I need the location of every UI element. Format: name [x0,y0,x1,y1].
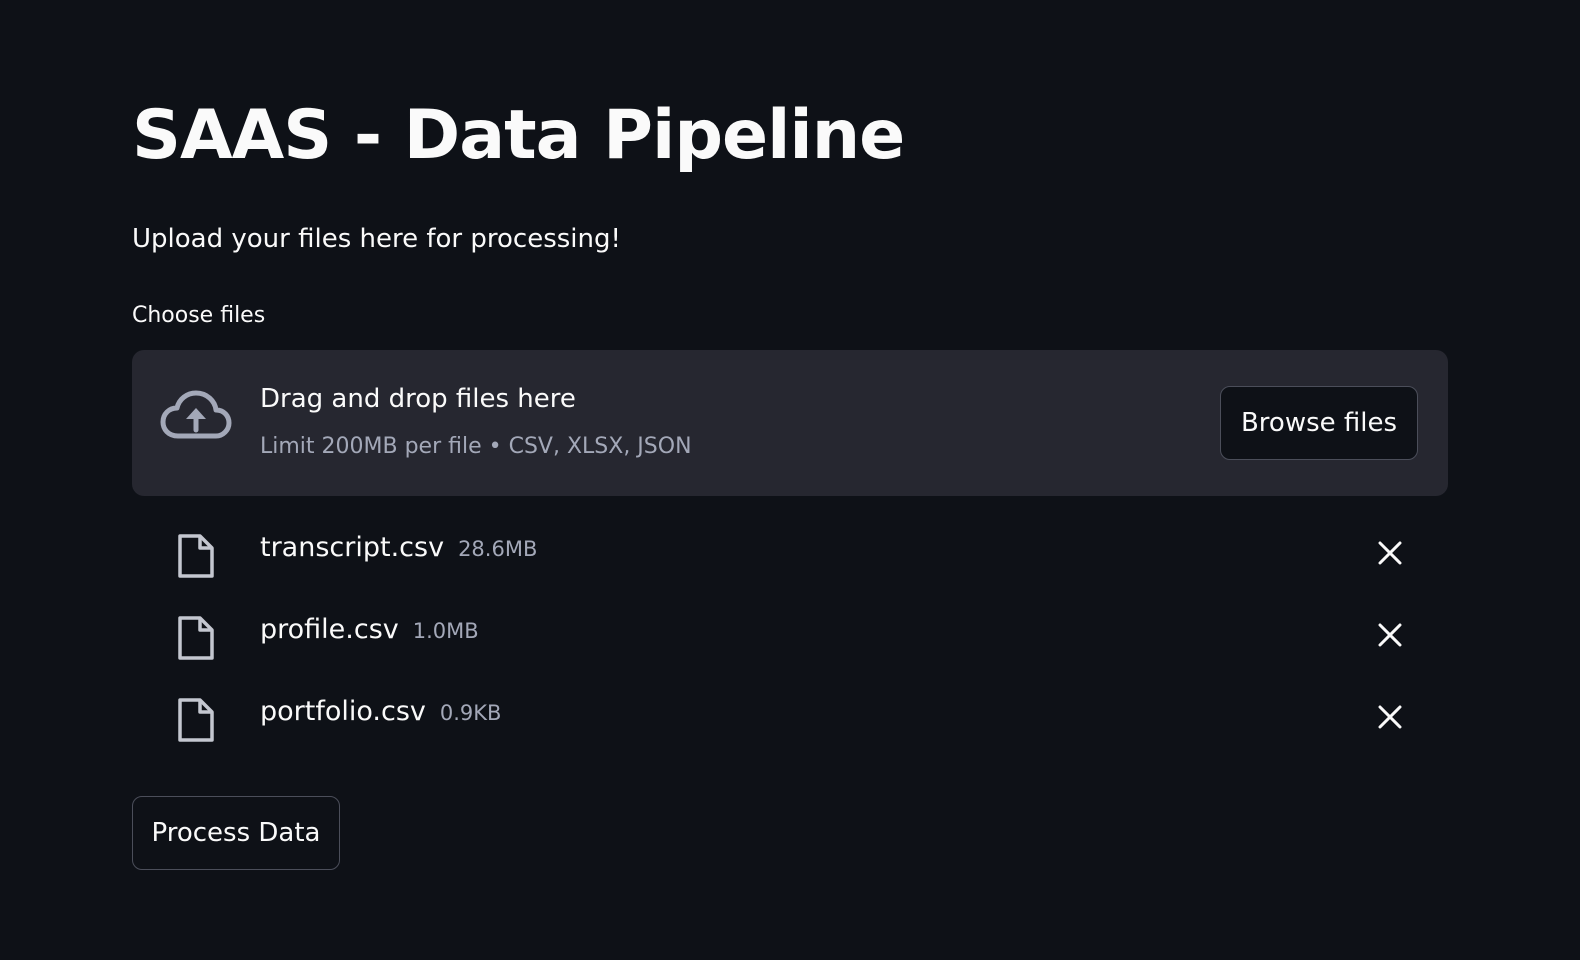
page-title: SAAS - Data Pipeline [132,96,905,175]
file-icon [176,696,216,744]
remove-file-button[interactable] [1372,618,1408,654]
page-subtitle: Upload your files here for processing! [132,224,621,254]
process-data-button[interactable]: Process Data [132,796,340,870]
dropzone-instructions: Drag and drop files here [260,384,576,414]
file-icon [176,532,216,580]
dropzone-limits: Limit 200MB per file • CSV, XLSX, JSON [260,434,692,459]
close-icon [1377,622,1403,651]
browse-files-button[interactable]: Browse files [1220,386,1418,460]
file-row: portfolio.csv 0.9KB [132,676,1448,758]
file-name: portfolio.csv [260,696,426,727]
uploaded-file-list: transcript.csv 28.6MB profile.csv 1.0MB [132,512,1448,758]
file-name: transcript.csv [260,532,445,563]
file-size: 28.6MB [458,537,538,561]
remove-file-button[interactable] [1372,536,1408,572]
uploader-label: Choose files [132,303,266,328]
file-name: profile.csv [260,614,399,645]
cloud-upload-icon [160,388,232,444]
file-row: transcript.csv 28.6MB [132,512,1448,594]
close-icon [1377,704,1403,733]
close-icon [1377,540,1403,569]
file-size: 1.0MB [412,619,479,643]
file-row: profile.csv 1.0MB [132,594,1448,676]
file-icon [176,614,216,662]
file-dropzone[interactable]: Drag and drop files here Limit 200MB per… [132,350,1448,496]
remove-file-button[interactable] [1372,700,1408,736]
file-size: 0.9KB [439,701,502,725]
